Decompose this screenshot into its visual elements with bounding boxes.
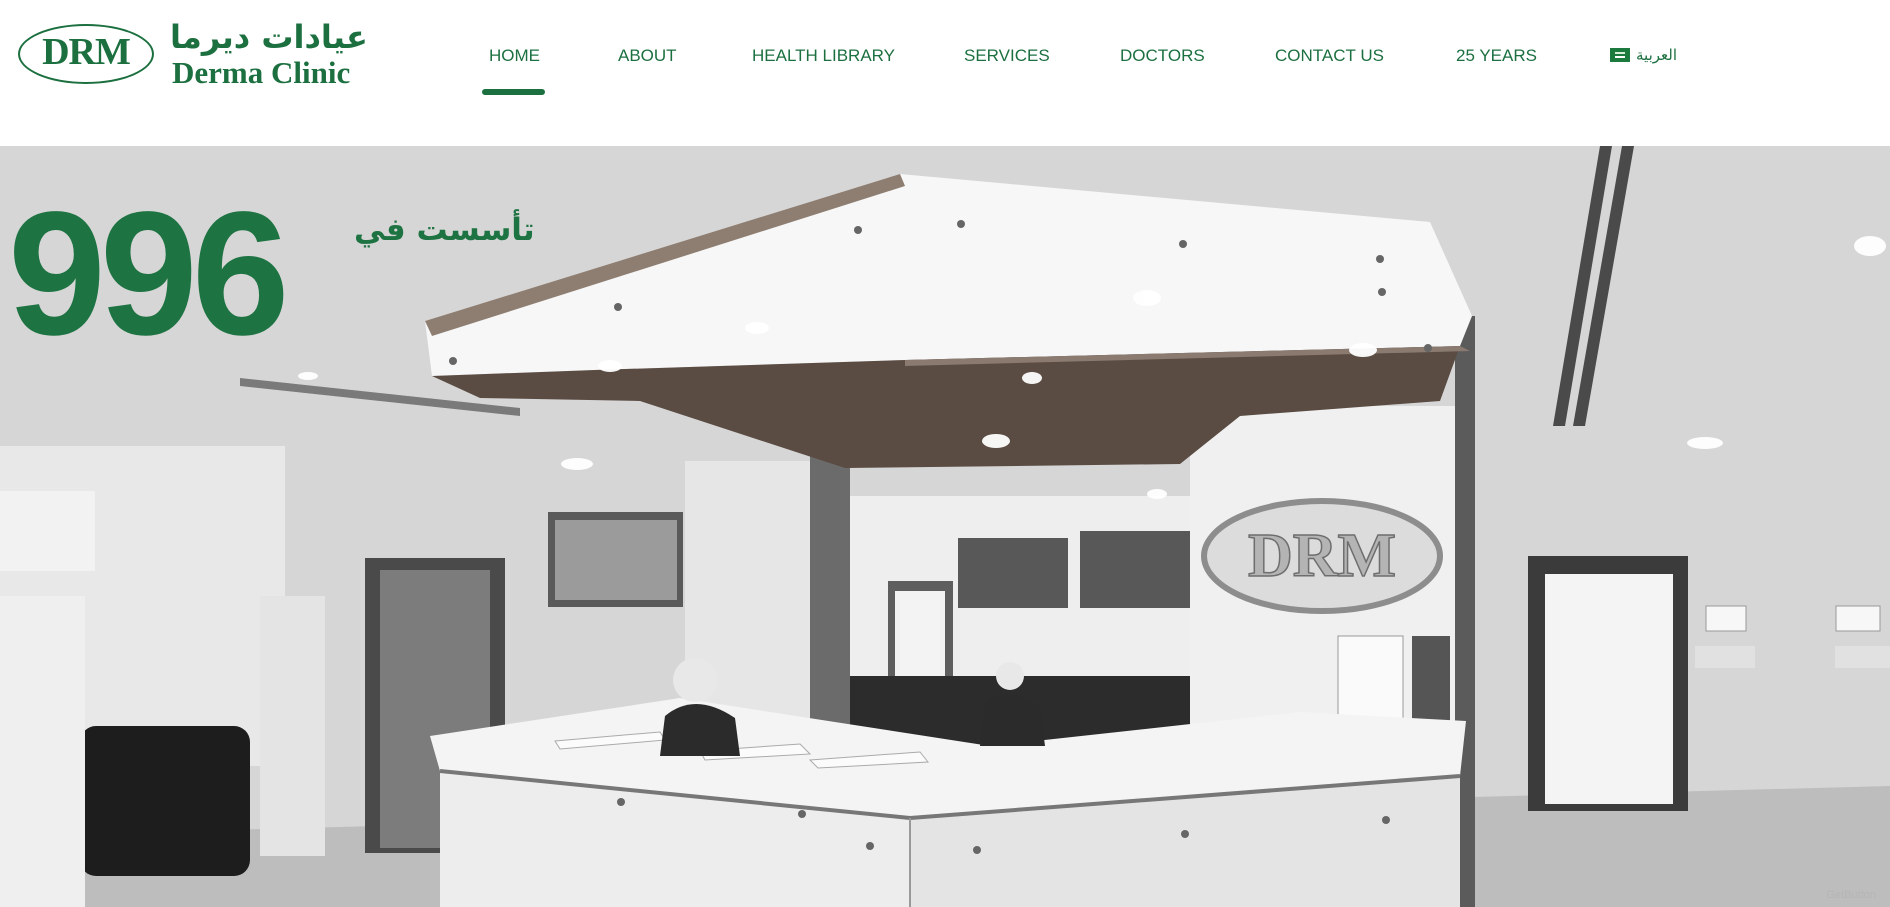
- wall-sign-text: DRM: [1248, 522, 1396, 590]
- nav-item-25-years[interactable]: 25 YEARS: [1456, 44, 1537, 68]
- nav-item-home[interactable]: HOME: [489, 44, 540, 68]
- active-nav-indicator: [482, 89, 545, 95]
- nav-item-about[interactable]: ABOUT: [618, 44, 677, 68]
- nav-item-services[interactable]: SERVICES: [964, 44, 1050, 68]
- language-switch[interactable]: العربية: [1610, 46, 1677, 64]
- saudi-flag-icon: [1610, 48, 1630, 62]
- language-label: العربية: [1636, 46, 1677, 64]
- founded-label: تأسست في: [354, 212, 535, 248]
- main-navigation: HOME ABOUT HEALTH LIBRARY SERVICES DOCTO…: [0, 0, 1890, 146]
- site-header: DRM عيادات ديرما Derma Clinic HOME ABOUT…: [0, 0, 1890, 146]
- nav-item-contact-us[interactable]: CONTACT US: [1275, 44, 1384, 68]
- nav-item-health-library[interactable]: HEALTH LIBRARY: [752, 44, 895, 68]
- getbutton-watermark: GetButton: [1826, 889, 1876, 901]
- nav-item-doctors[interactable]: DOCTORS: [1120, 44, 1205, 68]
- hero-banner: DRM 996 تأسست في GetButton: [0, 146, 1890, 907]
- founded-year: 996: [8, 176, 290, 372]
